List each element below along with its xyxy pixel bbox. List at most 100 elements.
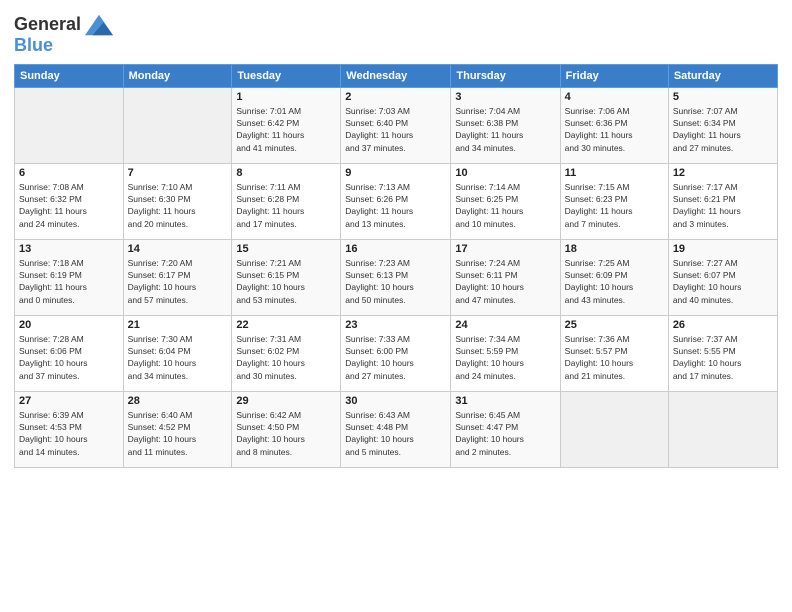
day-detail: Sunrise: 7:18 AM Sunset: 6:19 PM Dayligh… (19, 257, 119, 306)
weekday-header-monday: Monday (123, 64, 232, 87)
calendar-cell: 1 Sunrise: 7:01 AM Sunset: 6:42 PM Daylig… (232, 87, 341, 163)
weekday-header-sunday: Sunday (15, 64, 124, 87)
logo-blue-text: Blue (14, 36, 113, 56)
calendar-cell: 10 Sunrise: 7:14 AM Sunset: 6:25 PM Dayli… (451, 163, 560, 239)
calendar-cell: 12 Sunrise: 7:17 AM Sunset: 6:21 PM Dayli… (668, 163, 777, 239)
day-detail: Sunrise: 7:30 AM Sunset: 6:04 PM Dayligh… (128, 333, 228, 382)
logo-icon (85, 14, 113, 36)
day-number: 2 (345, 91, 446, 103)
day-detail: Sunrise: 7:20 AM Sunset: 6:17 PM Dayligh… (128, 257, 228, 306)
day-detail: Sunrise: 6:45 AM Sunset: 4:47 PM Dayligh… (455, 409, 555, 458)
calendar-cell: 31Sunrise: 6:45 AM Sunset: 4:47 PM Dayli… (451, 391, 560, 467)
day-number: 6 (19, 167, 119, 179)
calendar-cell: 20 Sunrise: 7:28 AM Sunset: 6:06 PM Dayli… (15, 315, 124, 391)
day-number: 15 (236, 243, 336, 255)
day-number: 10 (455, 167, 555, 179)
day-detail: Sunrise: 7:34 AM Sunset: 5:59 PM Dayligh… (455, 333, 555, 382)
calendar-cell: 25 Sunrise: 7:36 AM Sunset: 5:57 PM Dayli… (560, 315, 668, 391)
calendar-cell: 6Sunrise: 7:08 AM Sunset: 6:32 PM Daylig… (15, 163, 124, 239)
weekday-header-friday: Friday (560, 64, 668, 87)
day-detail: Sunrise: 7:06 AM Sunset: 6:36 PM Dayligh… (565, 105, 664, 154)
calendar-cell: 8 Sunrise: 7:11 AM Sunset: 6:28 PM Daylig… (232, 163, 341, 239)
day-number: 3 (455, 91, 555, 103)
calendar-cell: 4 Sunrise: 7:06 AM Sunset: 6:36 PM Daylig… (560, 87, 668, 163)
day-detail: Sunrise: 7:14 AM Sunset: 6:25 PM Dayligh… (455, 181, 555, 230)
day-detail: Sunrise: 6:43 AM Sunset: 4:48 PM Dayligh… (345, 409, 446, 458)
day-detail: Sunrise: 7:07 AM Sunset: 6:34 PM Dayligh… (673, 105, 773, 154)
day-number: 27 (19, 395, 119, 407)
calendar-cell: 15Sunrise: 7:21 AM Sunset: 6:15 PM Dayli… (232, 239, 341, 315)
day-detail: Sunrise: 7:28 AM Sunset: 6:06 PM Dayligh… (19, 333, 119, 382)
calendar-cell: 22 Sunrise: 7:31 AM Sunset: 6:02 PM Dayli… (232, 315, 341, 391)
day-number: 17 (455, 243, 555, 255)
day-number: 26 (673, 319, 773, 331)
day-detail: Sunrise: 7:33 AM Sunset: 6:00 PM Dayligh… (345, 333, 446, 382)
calendar-cell (560, 391, 668, 467)
calendar-cell: 9 Sunrise: 7:13 AM Sunset: 6:26 PM Daylig… (341, 163, 451, 239)
calendar-cell: 3Sunrise: 7:04 AM Sunset: 6:38 PM Daylig… (451, 87, 560, 163)
logo-text: General (14, 15, 81, 35)
day-detail: Sunrise: 7:36 AM Sunset: 5:57 PM Dayligh… (565, 333, 664, 382)
day-number: 25 (565, 319, 664, 331)
calendar-cell: 30Sunrise: 6:43 AM Sunset: 4:48 PM Dayli… (341, 391, 451, 467)
day-number: 4 (565, 91, 664, 103)
calendar-table: SundayMondayTuesdayWednesdayThursdayFrid… (14, 64, 778, 468)
logo: General Blue (14, 14, 113, 56)
day-detail: Sunrise: 6:39 AM Sunset: 4:53 PM Dayligh… (19, 409, 119, 458)
day-detail: Sunrise: 7:37 AM Sunset: 5:55 PM Dayligh… (673, 333, 773, 382)
day-detail: Sunrise: 7:24 AM Sunset: 6:11 PM Dayligh… (455, 257, 555, 306)
day-number: 7 (128, 167, 228, 179)
day-number: 28 (128, 395, 228, 407)
day-number: 23 (345, 319, 446, 331)
calendar-cell (15, 87, 124, 163)
day-detail: Sunrise: 7:11 AM Sunset: 6:28 PM Dayligh… (236, 181, 336, 230)
day-detail: Sunrise: 7:31 AM Sunset: 6:02 PM Dayligh… (236, 333, 336, 382)
calendar-cell: 19 Sunrise: 7:27 AM Sunset: 6:07 PM Dayli… (668, 239, 777, 315)
calendar-cell: 26 Sunrise: 7:37 AM Sunset: 5:55 PM Dayli… (668, 315, 777, 391)
day-number: 20 (19, 319, 119, 331)
weekday-header-wednesday: Wednesday (341, 64, 451, 87)
weekday-header-saturday: Saturday (668, 64, 777, 87)
day-detail: Sunrise: 7:10 AM Sunset: 6:30 PM Dayligh… (128, 181, 228, 230)
day-number: 11 (565, 167, 664, 179)
calendar-cell: 29 Sunrise: 6:42 AM Sunset: 4:50 PM Dayli… (232, 391, 341, 467)
day-detail: Sunrise: 7:03 AM Sunset: 6:40 PM Dayligh… (345, 105, 446, 154)
day-detail: Sunrise: 7:15 AM Sunset: 6:23 PM Dayligh… (565, 181, 664, 230)
day-number: 9 (345, 167, 446, 179)
day-detail: Sunrise: 7:27 AM Sunset: 6:07 PM Dayligh… (673, 257, 773, 306)
calendar-cell: 23 Sunrise: 7:33 AM Sunset: 6:00 PM Dayli… (341, 315, 451, 391)
day-number: 12 (673, 167, 773, 179)
calendar-cell: 18 Sunrise: 7:25 AM Sunset: 6:09 PM Dayli… (560, 239, 668, 315)
calendar-cell: 5 Sunrise: 7:07 AM Sunset: 6:34 PM Daylig… (668, 87, 777, 163)
day-detail: Sunrise: 7:17 AM Sunset: 6:21 PM Dayligh… (673, 181, 773, 230)
day-detail: Sunrise: 6:42 AM Sunset: 4:50 PM Dayligh… (236, 409, 336, 458)
day-number: 21 (128, 319, 228, 331)
calendar-cell: 27 Sunrise: 6:39 AM Sunset: 4:53 PM Dayli… (15, 391, 124, 467)
day-number: 5 (673, 91, 773, 103)
calendar-cell: 2 Sunrise: 7:03 AM Sunset: 6:40 PM Daylig… (341, 87, 451, 163)
calendar-cell: 11 Sunrise: 7:15 AM Sunset: 6:23 PM Dayli… (560, 163, 668, 239)
calendar-cell: 28Sunrise: 6:40 AM Sunset: 4:52 PM Dayli… (123, 391, 232, 467)
day-number: 29 (236, 395, 336, 407)
day-detail: Sunrise: 7:01 AM Sunset: 6:42 PM Dayligh… (236, 105, 336, 154)
calendar-cell (668, 391, 777, 467)
calendar-cell: 16Sunrise: 7:23 AM Sunset: 6:13 PM Dayli… (341, 239, 451, 315)
day-detail: Sunrise: 7:13 AM Sunset: 6:26 PM Dayligh… (345, 181, 446, 230)
day-detail: Sunrise: 7:23 AM Sunset: 6:13 PM Dayligh… (345, 257, 446, 306)
day-number: 18 (565, 243, 664, 255)
day-number: 22 (236, 319, 336, 331)
page-header: General Blue (14, 10, 778, 56)
day-detail: Sunrise: 7:25 AM Sunset: 6:09 PM Dayligh… (565, 257, 664, 306)
calendar-cell (123, 87, 232, 163)
day-number: 19 (673, 243, 773, 255)
calendar-cell: 24Sunrise: 7:34 AM Sunset: 5:59 PM Dayli… (451, 315, 560, 391)
day-number: 8 (236, 167, 336, 179)
day-number: 14 (128, 243, 228, 255)
weekday-header-tuesday: Tuesday (232, 64, 341, 87)
calendar-cell: 21 Sunrise: 7:30 AM Sunset: 6:04 PM Dayli… (123, 315, 232, 391)
calendar-cell: 17 Sunrise: 7:24 AM Sunset: 6:11 PM Dayli… (451, 239, 560, 315)
calendar-cell: 13Sunrise: 7:18 AM Sunset: 6:19 PM Dayli… (15, 239, 124, 315)
weekday-header-thursday: Thursday (451, 64, 560, 87)
calendar-cell: 14 Sunrise: 7:20 AM Sunset: 6:17 PM Dayli… (123, 239, 232, 315)
day-number: 1 (236, 91, 336, 103)
